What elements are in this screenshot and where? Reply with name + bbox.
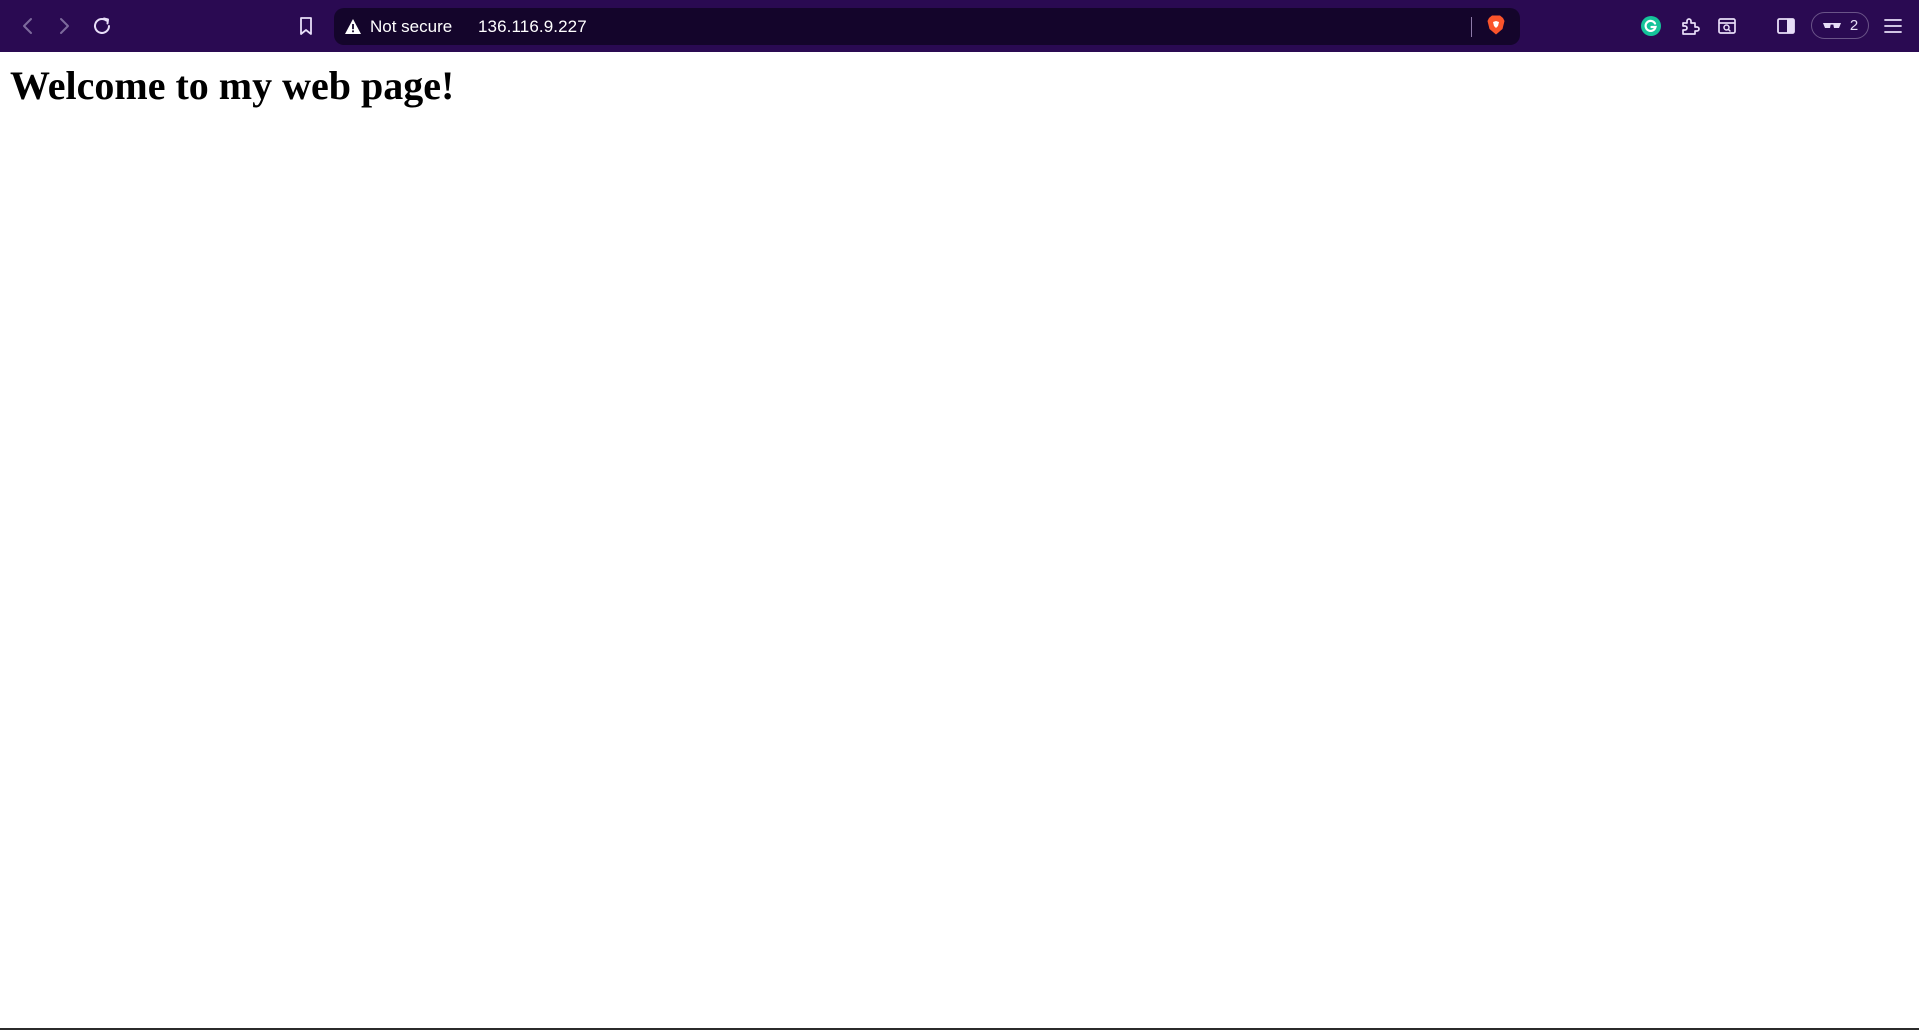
brave-shield-icon (1486, 14, 1506, 41)
sidebar-icon (1775, 15, 1797, 37)
back-button[interactable] (12, 10, 44, 42)
wallet-icon (1822, 21, 1842, 31)
bookmark-button[interactable] (290, 10, 322, 42)
tab-search-icon (1716, 15, 1738, 37)
bookmark-icon (296, 15, 316, 37)
tab-search-button[interactable] (1711, 10, 1743, 42)
extensions-button[interactable] (1674, 10, 1706, 42)
grammarly-icon (1640, 15, 1662, 37)
main-menu-button[interactable] (1877, 10, 1909, 42)
address-bar[interactable]: Not secure 136.116.9.227 (334, 8, 1520, 45)
sidebar-toggle-button[interactable] (1770, 10, 1802, 42)
brave-shields-button[interactable] (1484, 15, 1508, 39)
reload-icon (91, 15, 113, 37)
menu-icon (1882, 15, 1904, 37)
extensions-icon (1679, 15, 1701, 37)
security-indicator[interactable]: Not secure (344, 8, 452, 45)
warning-icon (344, 18, 362, 35)
url-text[interactable]: 136.116.9.227 (478, 8, 587, 45)
reload-button[interactable] (86, 10, 118, 42)
wallet-button[interactable]: 2 (1811, 12, 1869, 39)
back-icon (18, 16, 38, 36)
browser-toolbar: Not secure 136.116.9.227 2 (0, 0, 1919, 52)
url-divider (1471, 17, 1472, 37)
forward-icon (54, 16, 74, 36)
page-heading: Welcome to my web page! (10, 63, 455, 108)
web-page-content: Welcome to my web page! (0, 52, 1919, 1030)
security-label: Not secure (370, 16, 453, 36)
grammarly-extension-button[interactable] (1635, 10, 1667, 42)
forward-button[interactable] (48, 10, 80, 42)
wallet-count: 2 (1849, 17, 1859, 34)
